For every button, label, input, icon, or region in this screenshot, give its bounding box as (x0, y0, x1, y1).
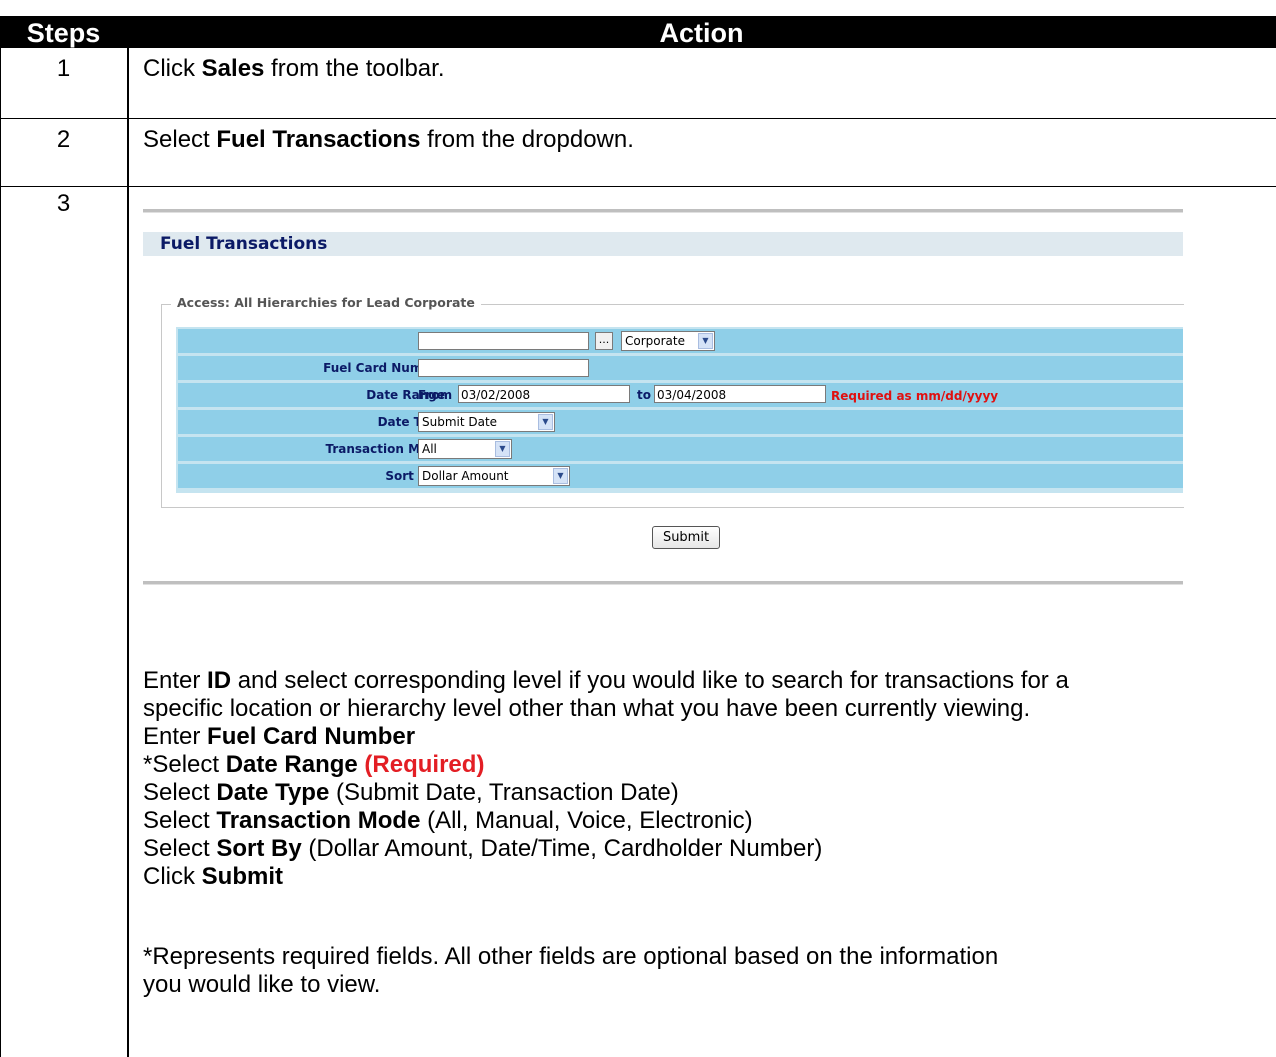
text: (All, Manual, Voice, Electronic) (420, 807, 753, 834)
top-rule (143, 209, 1183, 213)
text: Click (143, 863, 202, 890)
text: *Select (143, 751, 226, 778)
fuel-card-input[interactable] (418, 359, 589, 377)
step-action: Click Sales from the toolbar. (143, 55, 444, 83)
text-bold: Sort By (216, 835, 302, 862)
text-bold: Fuel Card Number (207, 723, 416, 750)
step-text: Click (143, 55, 202, 82)
text: *Represents required fields. All other f… (143, 943, 999, 970)
instruction-line: specific location or hierarchy level oth… (143, 695, 1030, 723)
chevron-down-icon: ▼ (495, 441, 510, 457)
instruction-line: Select Sort By (Dollar Amount, Date/Time… (143, 835, 822, 863)
text: Select (143, 835, 217, 862)
text: you would like to view. (143, 971, 381, 998)
table-header: Steps Action (0, 16, 1276, 48)
date-range-row: Date Range From 03/02/2008 to 03/04/2008… (178, 383, 1183, 407)
chevron-down-icon: ▼ (538, 414, 553, 430)
step-number: 2 (56, 126, 71, 153)
text-bold: Date Type (216, 779, 330, 806)
level-select-value: Corporate (625, 334, 685, 348)
from-date-input[interactable]: 03/02/2008 (458, 385, 630, 403)
step-text-bold: Sales (201, 55, 265, 82)
mode-row: Transaction Mode All ▼ (178, 437, 1183, 461)
chevron-down-icon: ▼ (698, 333, 713, 349)
card-row: Fuel Card Number (178, 356, 1183, 380)
text-bold: Transaction Mode (216, 807, 421, 834)
step-action: Select Fuel Transactions from the dropdo… (143, 126, 634, 154)
chevron-down-icon: ▼ (553, 468, 568, 484)
fuel-transactions-screenshot: Fuel Transactions Access: All Hierarchie… (143, 209, 1184, 589)
instruction-line: *Select Date Range (Required) (143, 751, 484, 779)
id-row: ID ... Corporate ▼ (178, 329, 1183, 353)
action-header: Action (659, 18, 744, 48)
to-date-input[interactable]: 03/04/2008 (654, 385, 826, 403)
instruction-line: Enter Fuel Card Number (143, 723, 415, 751)
sort-row: Sort By Dollar Amount ▼ (178, 464, 1183, 488)
form-title-bar: Fuel Transactions (143, 232, 1183, 256)
sort-value: Dollar Amount (422, 469, 509, 483)
form-title: Fuel Transactions (160, 234, 328, 254)
note-line: *Represents required fields. All other f… (143, 943, 998, 971)
text-bold: Submit (201, 863, 283, 890)
row-divider (0, 118, 1276, 119)
access-legend: Access: All Hierarchies for Lead Corpora… (171, 295, 481, 310)
mode-value: All (422, 442, 437, 456)
level-select[interactable]: Corporate ▼ (621, 331, 715, 351)
text: specific location or hierarchy level oth… (143, 695, 1031, 722)
submit-button[interactable]: Submit (652, 526, 720, 549)
text: (Dollar Amount, Date/Time, Cardholder Nu… (301, 835, 823, 862)
step-number: 3 (56, 190, 71, 217)
step-text: from the toolbar. (264, 55, 445, 82)
step-number: 1 (56, 55, 71, 82)
date-type-row: Date Type Submit Date ▼ (178, 410, 1183, 434)
required-text: (Required) (357, 751, 485, 778)
mode-select[interactable]: All ▼ (418, 439, 512, 459)
search-form: ID ... Corporate ▼ Fuel Card Number Date… (176, 327, 1183, 493)
from-label: From (418, 388, 453, 402)
instruction-line: Select Transaction Mode (All, Manual, Vo… (143, 807, 753, 835)
to-label: to (637, 388, 651, 402)
row-divider (0, 186, 1276, 187)
text: Enter (143, 667, 208, 694)
column-divider (127, 48, 129, 1057)
text: (Submit Date, Transaction Date) (329, 779, 679, 806)
instruction-line: Click Submit (143, 863, 283, 891)
steps-header: Steps (26, 18, 101, 48)
bottom-rule (143, 581, 1183, 585)
text: Enter (143, 723, 208, 750)
step-text-bold: Fuel Transactions (216, 126, 421, 153)
step-text: Select (143, 126, 217, 153)
text: Select (143, 807, 217, 834)
sort-select[interactable]: Dollar Amount ▼ (418, 466, 570, 486)
instruction-line: Select Date Type (Submit Date, Transacti… (143, 779, 679, 807)
required-hint: Required as mm/dd/yyyy (831, 389, 999, 403)
id-input[interactable] (418, 332, 589, 350)
date-type-select[interactable]: Submit Date ▼ (418, 412, 555, 432)
step-text: from the dropdown. (420, 126, 634, 153)
lookup-button[interactable]: ... (595, 332, 613, 350)
text: and select corresponding level if you wo… (231, 667, 1069, 694)
note-line: you would like to view. (143, 971, 380, 999)
text: Select (143, 779, 217, 806)
text-bold: Date Range (225, 751, 358, 778)
date-type-value: Submit Date (422, 415, 498, 429)
text-bold: ID (207, 667, 232, 694)
instruction-line: Enter ID and select corresponding level … (143, 667, 1069, 695)
